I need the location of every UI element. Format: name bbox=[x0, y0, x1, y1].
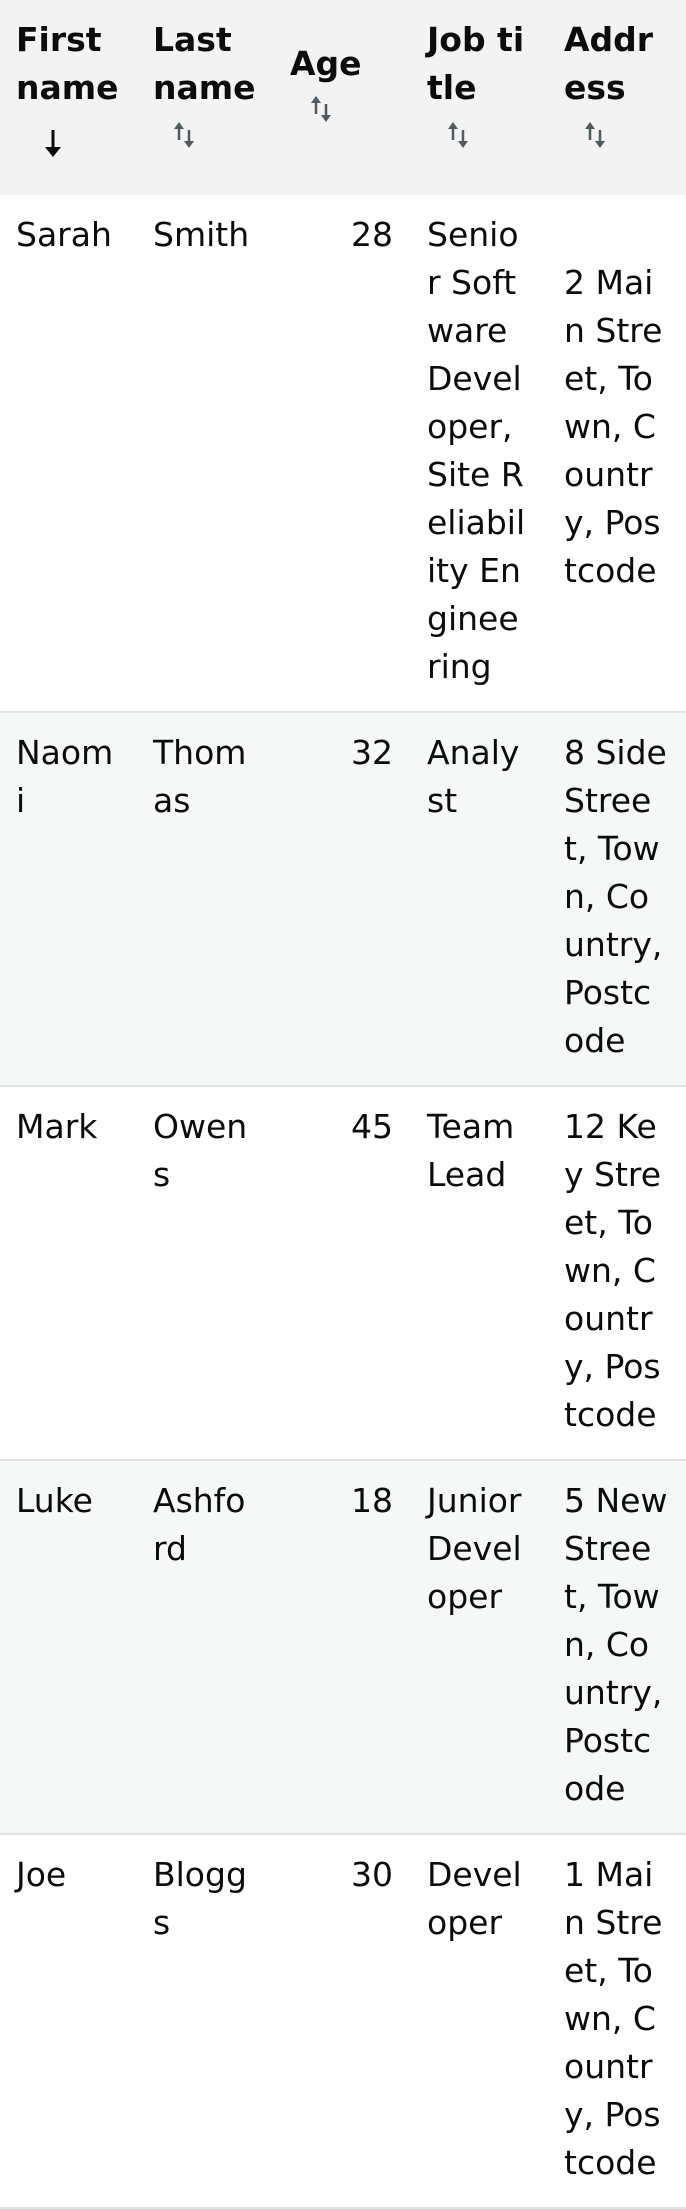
cell-address: 12 Key Street, Town, Country, Postcode bbox=[564, 1107, 662, 1434]
cell-job-title: Analyst bbox=[427, 733, 520, 820]
arrow-down-icon bbox=[45, 130, 61, 157]
cell-last-name: Thomas bbox=[153, 733, 247, 820]
column-header-first-name[interactable]: First name bbox=[0, 0, 137, 195]
cell-first-name: Sarah bbox=[16, 215, 112, 254]
cell-address: 8 Side Street, Town, Country, Postcode bbox=[564, 733, 667, 1060]
column-header-label: Age bbox=[290, 44, 362, 83]
cell-first-name: Naomi bbox=[16, 733, 114, 820]
column-header-label: Job title bbox=[427, 20, 525, 107]
sort-up-down-icon bbox=[174, 122, 194, 148]
column-header-age[interactable]: Age bbox=[274, 0, 411, 195]
header-row: First name Last name Age Job title Addre… bbox=[0, 0, 686, 195]
table-row: Luke Ashford 18 Junior Developer 5 New S… bbox=[0, 1460, 686, 1834]
cell-address: 1 Main Street, Town, Country, Postcode bbox=[564, 1855, 663, 2182]
sort-up-down-icon bbox=[448, 122, 468, 148]
cell-last-name: Owens bbox=[153, 1107, 248, 1194]
cell-age: 45 bbox=[351, 1107, 393, 1146]
people-table: First name Last name Age Job title Addre… bbox=[0, 0, 686, 2209]
column-header-last-name[interactable]: Last name bbox=[137, 0, 274, 195]
cell-job-title: Team Lead bbox=[427, 1107, 515, 1194]
cell-job-title: Junior Developer bbox=[427, 1481, 522, 1616]
cell-last-name: Smith bbox=[153, 215, 250, 254]
cell-age: 32 bbox=[351, 733, 393, 772]
cell-age: 28 bbox=[351, 215, 393, 254]
cell-last-name: Bloggs bbox=[153, 1855, 247, 1942]
table-row: Sarah Smith 28 Senior Software Developer… bbox=[0, 195, 686, 712]
column-header-address[interactable]: Address bbox=[548, 0, 686, 195]
column-header-label: Last name bbox=[153, 20, 256, 107]
sort-up-down-icon bbox=[585, 122, 605, 148]
sort-up-down-icon bbox=[311, 96, 331, 122]
cell-first-name: Joe bbox=[16, 1855, 67, 1894]
cell-age: 18 bbox=[351, 1481, 393, 1520]
column-header-job-title[interactable]: Job title bbox=[411, 0, 548, 195]
cell-age: 30 bbox=[351, 1855, 393, 1894]
cell-first-name: Mark bbox=[16, 1107, 98, 1146]
column-header-label: Address bbox=[564, 20, 654, 107]
table-header: First name Last name Age Job title Addre… bbox=[0, 0, 686, 195]
table-row: Naomi Thomas 32 Analyst 8 Side Street, T… bbox=[0, 712, 686, 1086]
table-body: Sarah Smith 28 Senior Software Developer… bbox=[0, 195, 686, 2208]
cell-address: 2 Main Street, Town, Country, Postcode bbox=[564, 263, 663, 590]
cell-address: 5 New Street, Town, Country, Postcode bbox=[564, 1481, 668, 1808]
cell-first-name: Luke bbox=[16, 1481, 93, 1520]
table-row: Joe Bloggs 30 Developer 1 Main Street, T… bbox=[0, 1834, 686, 2208]
cell-job-title: Senior Software Developer, Site Reliabil… bbox=[427, 215, 526, 686]
cell-job-title: Developer bbox=[427, 1855, 522, 1942]
column-header-label: First name bbox=[16, 20, 119, 107]
table-row: Mark Owens 45 Team Lead 12 Key Street, T… bbox=[0, 1086, 686, 1460]
cell-last-name: Ashford bbox=[153, 1481, 246, 1568]
